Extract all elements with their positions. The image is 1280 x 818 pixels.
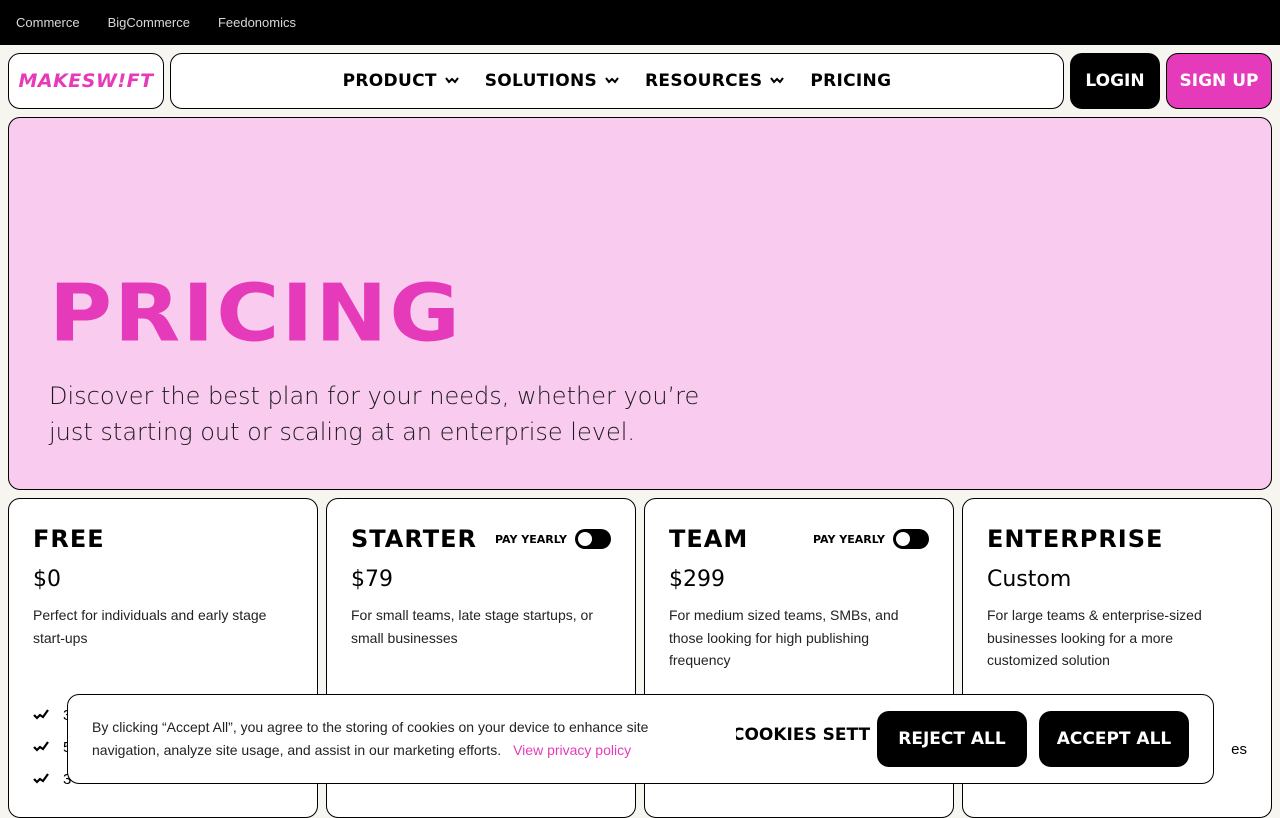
plan-price: $79 xyxy=(351,567,393,592)
topbar-link-bigcommerce[interactable]: BigCommerce xyxy=(108,15,190,30)
list-item: 3 xyxy=(33,763,71,795)
nav-label: SOLUTIONS xyxy=(484,71,598,91)
toggle-switch[interactable] xyxy=(575,529,611,549)
cookie-settings-button[interactable]: COOKIES SETTINGS xyxy=(736,725,870,745)
nav-item-solutions[interactable]: SOLUTIONS xyxy=(485,71,619,91)
plan-price: $299 xyxy=(669,567,725,592)
pay-yearly-toggle[interactable]: PAY YEARLY xyxy=(495,529,611,549)
check-icon xyxy=(33,741,49,752)
main-nav: PRODUCT SOLUTIONS RESOURCES PRICING xyxy=(170,53,1064,109)
plan-price: Custom xyxy=(987,567,1072,592)
hero-subtitle: Discover the best plan for your needs, w… xyxy=(49,382,700,446)
login-button[interactable]: LOGIN xyxy=(1070,53,1160,109)
accept-all-button[interactable]: ACCEPT ALL xyxy=(1039,711,1189,767)
plan-price: $0 xyxy=(33,567,61,592)
list-item: 5 xyxy=(33,731,71,763)
toggle-switch[interactable] xyxy=(893,529,929,549)
toggle-label: PAY YEARLY xyxy=(494,532,567,546)
pay-yearly-toggle[interactable]: PAY YEARLY xyxy=(813,529,929,549)
check-icon xyxy=(33,709,49,720)
logo-link[interactable]: MAKESW!FT xyxy=(8,53,164,109)
topbar-link-commerce[interactable]: Commerce xyxy=(16,15,80,30)
feature-list: 3 5 3 xyxy=(33,699,71,795)
plan-description: For small teams, late stage startups, or… xyxy=(351,607,593,646)
nav-item-product[interactable]: PRODUCT xyxy=(343,71,459,91)
hero-section: PRICING Discover the best plan for your … xyxy=(8,117,1272,490)
plan-name: ENTERPRISE xyxy=(987,525,1164,553)
plan-description: For large teams & enterprise-sized busin… xyxy=(987,607,1202,668)
plan-description: Perfect for individuals and early stage … xyxy=(33,607,267,646)
chevron-down-icon xyxy=(770,77,785,84)
signup-button[interactable]: SIGN UP xyxy=(1166,53,1272,109)
logo: MAKESW!FT xyxy=(18,70,154,92)
nav-label: PRICING xyxy=(810,71,892,91)
cookie-banner: By clicking “Accept All”, you agree to t… xyxy=(67,694,1214,784)
check-icon xyxy=(33,773,49,784)
feature-text: es xyxy=(1231,740,1247,758)
page-title: PRICING xyxy=(49,268,462,360)
feature-list: es xyxy=(1231,733,1247,765)
chevron-down-icon xyxy=(605,77,619,84)
nav-item-resources[interactable]: RESOURCES xyxy=(645,71,785,91)
list-item: es xyxy=(1231,733,1247,765)
nav-item-pricing[interactable]: PRICING xyxy=(810,71,891,91)
top-bar: Commerce BigCommerce Feedonomics xyxy=(0,0,1280,45)
topbar-link-feedonomics[interactable]: Feedonomics xyxy=(218,15,296,30)
reject-all-button[interactable]: REJECT ALL xyxy=(877,711,1027,767)
nav-label: PRODUCT xyxy=(342,71,437,91)
cookie-text: By clicking “Accept All”, you agree to t… xyxy=(92,716,692,762)
list-item: 3 xyxy=(33,699,71,731)
toggle-label: PAY YEARLY xyxy=(812,532,885,546)
chevron-down-icon xyxy=(444,77,459,84)
nav-label: RESOURCES xyxy=(645,71,763,91)
plan-name: FREE xyxy=(33,525,105,553)
privacy-policy-link[interactable]: View privacy policy xyxy=(513,742,631,758)
plan-description: For medium sized teams, SMBs, and those … xyxy=(669,607,899,668)
